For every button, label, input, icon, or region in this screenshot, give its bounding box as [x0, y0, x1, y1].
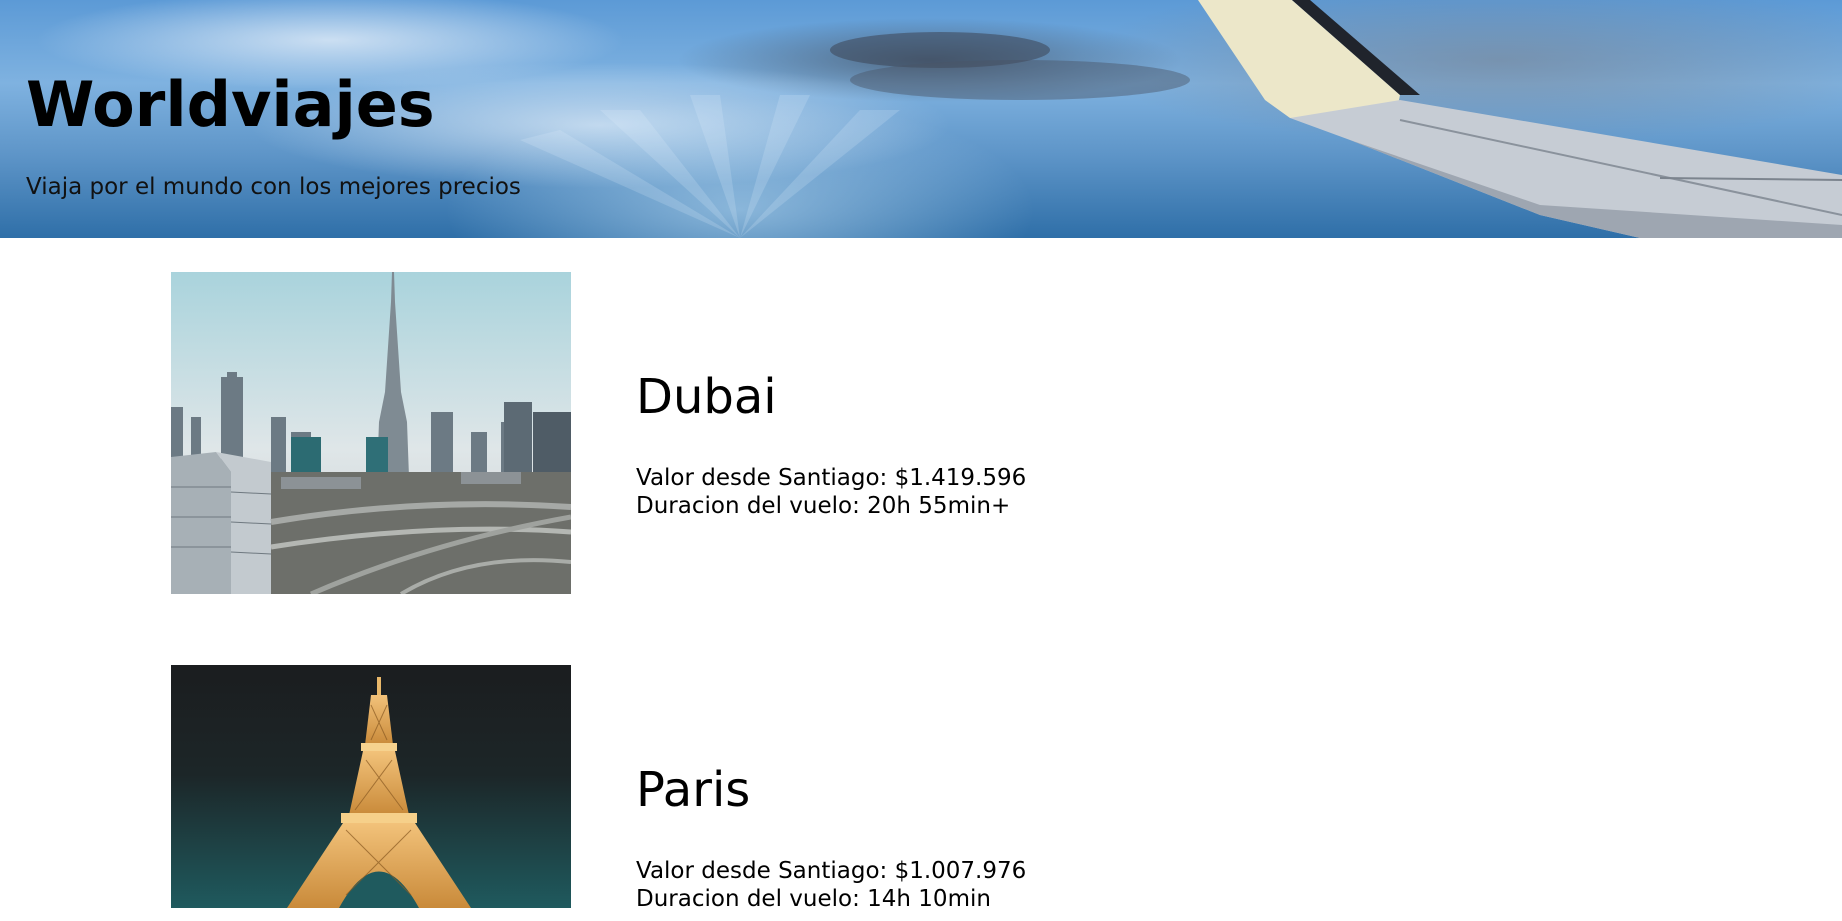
destination-name-dubai: Dubai [636, 369, 777, 425]
site-subtitle: Viaja por el mundo con los mejores preci… [26, 174, 521, 200]
site-title: Worldviajes [26, 68, 435, 141]
price-label: Valor desde Santiago: $1.007.976 [636, 858, 1027, 884]
eiffel-tower-image [171, 665, 571, 908]
duration-label: Duracion del vuelo: 20h 55min+ [636, 493, 1011, 519]
dubai-skyline-image [171, 272, 571, 594]
hero-banner: Worldviajes Viaja por el mundo con los m… [0, 0, 1842, 238]
duration-label: Duracion del vuelo: 14h 10min [636, 886, 991, 912]
destination-card-dubai: Dubai Valor desde Santiago: $1.419.596 D… [171, 272, 1071, 594]
price-label: Valor desde Santiago: $1.419.596 [636, 465, 1027, 491]
destination-info-dubai: Valor desde Santiago: $1.419.596 Duracio… [636, 464, 1026, 520]
destination-card-paris: Paris Valor desde Santiago: $1.007.976 D… [171, 665, 1071, 921]
destination-name-paris: Paris [636, 762, 751, 818]
destination-info-paris: Valor desde Santiago: $1.007.976 Duracio… [636, 857, 1026, 913]
